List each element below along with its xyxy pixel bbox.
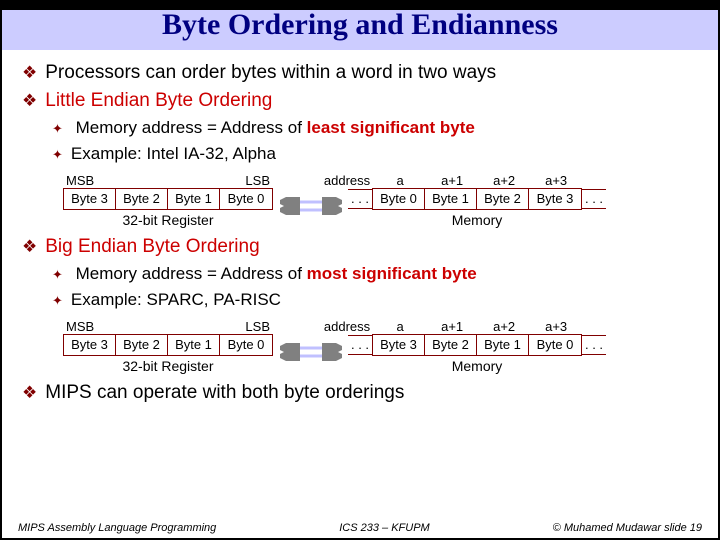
- little-endian-diagram: MSB LSB Byte 3 Byte 2 Byte 1 Byte 0 32-b…: [62, 170, 698, 230]
- memory-caption: Memory: [452, 212, 503, 228]
- register-caption: 32-bit Register: [122, 212, 213, 228]
- text-emph: least significant byte: [307, 118, 475, 137]
- mem-cell: Byte 3: [373, 335, 425, 355]
- lsb-label: LSB: [168, 319, 274, 334]
- mem-dots: . . .: [348, 189, 372, 209]
- slide-content: Processors can order bytes within a word…: [0, 50, 720, 404]
- bidirectional-arrow-icon: [280, 343, 342, 361]
- reg-cell: Byte 0: [220, 189, 272, 209]
- reg-cell: Byte 1: [168, 189, 220, 209]
- memory-block: address a a+1 a+2 a+3 . . . Byte 3 Byte …: [348, 319, 606, 374]
- mem-dots: . . .: [582, 189, 606, 209]
- addr-a: a: [374, 319, 426, 334]
- addr-a1: a+1: [426, 319, 478, 334]
- addr-a1: a+1: [426, 173, 478, 188]
- register-caption: 32-bit Register: [122, 358, 213, 374]
- footer-left: MIPS Assembly Language Programming: [18, 522, 216, 534]
- slide-footer: MIPS Assembly Language Programming ICS 2…: [0, 522, 720, 534]
- mem-cell: Byte 0: [529, 335, 581, 355]
- addr-a2: a+2: [478, 173, 530, 188]
- memory-table: Byte 3 Byte 2 Byte 1 Byte 0: [372, 334, 582, 356]
- reg-cell: Byte 2: [116, 189, 168, 209]
- reg-cell: Byte 0: [220, 335, 272, 355]
- reg-cell: Byte 1: [168, 335, 220, 355]
- address-label: address: [324, 173, 370, 188]
- register-table: Byte 3 Byte 2 Byte 1 Byte 0: [63, 188, 273, 210]
- memory-caption: Memory: [452, 358, 503, 374]
- register-block: MSB LSB Byte 3 Byte 2 Byte 1 Byte 0 32-b…: [62, 319, 274, 374]
- bidirectional-arrow-icon: [280, 197, 342, 215]
- bullet-little-endian: Little Endian Byte Ordering: [22, 90, 698, 112]
- mem-cell: Byte 3: [529, 189, 581, 209]
- mem-cell: Byte 2: [477, 189, 529, 209]
- text: Memory address = Address of: [76, 264, 302, 283]
- addr-a3: a+3: [530, 319, 582, 334]
- text-emph: most significant byte: [307, 264, 477, 283]
- bullet-big-endian: Big Endian Byte Ordering: [22, 236, 698, 258]
- footer-right: © Muhamed Mudawar slide 19: [553, 522, 702, 534]
- lsb-label: LSB: [168, 173, 274, 188]
- bullet-be-example: Example: SPARC, PA-RISC: [52, 290, 698, 310]
- memory-block: address a a+1 a+2 a+3 . . . Byte 0 Byte …: [348, 173, 606, 228]
- footer-center: ICS 233 – KFUPM: [339, 522, 429, 534]
- msb-label: MSB: [62, 319, 168, 334]
- bullet-mips: MIPS can operate with both byte ordering…: [22, 382, 698, 404]
- mem-cell: Byte 1: [477, 335, 529, 355]
- mem-dots: . . .: [582, 335, 606, 355]
- bullet-le-example: Example: Intel IA-32, Alpha: [52, 144, 698, 164]
- mem-dots: . . .: [348, 335, 372, 355]
- slide-title: Byte Ordering and Endianness: [2, 0, 718, 50]
- bullet-be-addr: Memory address = Address of most signifi…: [52, 264, 698, 284]
- address-label: address: [324, 319, 370, 334]
- mem-cell: Byte 2: [425, 335, 477, 355]
- addr-a: a: [374, 173, 426, 188]
- bullet-le-addr: Memory address = Address of least signif…: [52, 118, 698, 138]
- mem-cell: Byte 1: [425, 189, 477, 209]
- memory-table: Byte 0 Byte 1 Byte 2 Byte 3: [372, 188, 582, 210]
- reg-cell: Byte 3: [64, 189, 116, 209]
- addr-a2: a+2: [478, 319, 530, 334]
- mem-cell: Byte 0: [373, 189, 425, 209]
- addr-a3: a+3: [530, 173, 582, 188]
- register-table: Byte 3 Byte 2 Byte 1 Byte 0: [63, 334, 273, 356]
- msb-label: MSB: [62, 173, 168, 188]
- reg-cell: Byte 2: [116, 335, 168, 355]
- bullet-processors: Processors can order bytes within a word…: [22, 62, 698, 84]
- reg-cell: Byte 3: [64, 335, 116, 355]
- register-block: MSB LSB Byte 3 Byte 2 Byte 1 Byte 0 32-b…: [62, 173, 274, 228]
- big-endian-diagram: MSB LSB Byte 3 Byte 2 Byte 1 Byte 0 32-b…: [62, 316, 698, 376]
- text: Memory address = Address of: [76, 118, 302, 137]
